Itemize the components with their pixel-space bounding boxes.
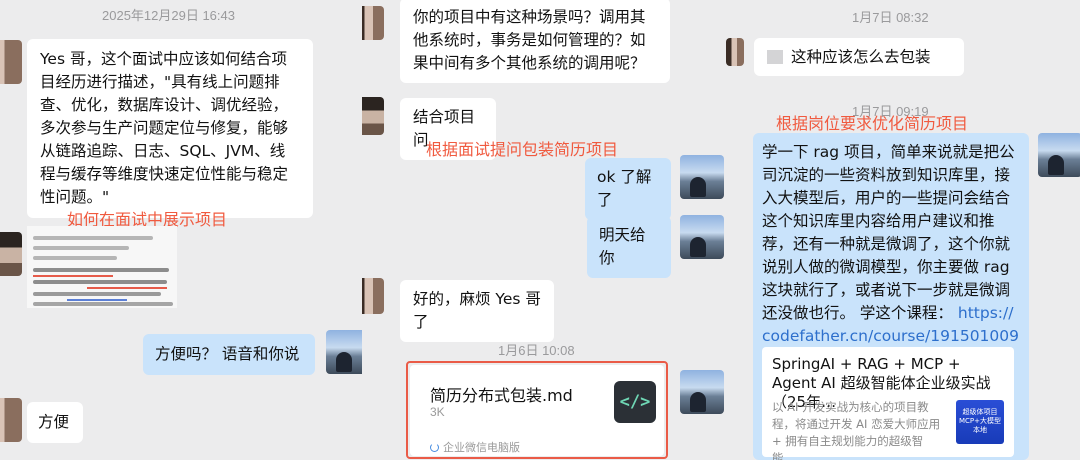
avatar[interactable] (0, 40, 22, 84)
avatar[interactable] (362, 278, 384, 314)
message-text: 这种应该怎么去包装 (791, 47, 931, 66)
source-row: 企业微信电脑版 (430, 439, 520, 455)
file-message[interactable]: 简历分布式包装.md 3K </> 企业微信电脑版 (410, 365, 664, 456)
message-bubble[interactable]: 你的项目中有这种场景吗？调用其他系统时，事务是如何管理的？如果中间有多个其他系统… (400, 0, 670, 83)
redacted-mosaic (767, 50, 783, 64)
timestamp: 1月6日 10:08 (498, 343, 575, 358)
chat-panel-3: 1月7日 08:32 这种应该怎么去包装 1月7日 09:19 根据岗位要求优化… (724, 0, 1080, 460)
screenshot-image[interactable] (27, 226, 177, 308)
message-bubble-self[interactable]: 明天给你 (587, 216, 671, 278)
message-bubble-self[interactable]: 方便吗？ 语音和你说 (143, 334, 315, 375)
timestamp: 2025年12月29日 16:43 (102, 8, 235, 23)
avatar-self[interactable] (680, 215, 724, 259)
link-preview-card[interactable]: SpringAI + RAG + MCP + Agent AI 超级智能体企业级… (762, 347, 1014, 460)
avatar[interactable] (362, 97, 384, 135)
file-name: 简历分布式包装.md (430, 386, 573, 405)
file-source: 企业微信电脑版 (443, 441, 520, 454)
message-bubble[interactable]: 这种应该怎么去包装 (754, 38, 964, 76)
message-bubble-self[interactable]: 学一下 rag 项目，简单来说就是把公司沉淀的一些资料放到知识库里，接入大模型后… (753, 133, 1029, 460)
message-text: 学一下 rag 项目，简单来说就是把公司沉淀的一些资料放到知识库里，接入大模型后… (762, 141, 1020, 371)
card-description: 以 AI 开发实战为核心的项目教程，将通过开发 AI 恋爱大师应用 + 拥有自主… (772, 400, 941, 460)
avatar[interactable] (0, 398, 22, 442)
avatar[interactable] (0, 232, 22, 276)
message-bubble[interactable]: 好的，麻烦 Yes 哥了 (400, 280, 554, 342)
avatar[interactable] (726, 38, 744, 66)
card-thumbnail: 超级体项目 MCP+大模型本地 (956, 400, 1004, 444)
annotation-label: 根据面试提问包装简历项目 (426, 140, 619, 159)
message-bubble-self[interactable]: ok 了解了 (585, 158, 671, 220)
chat-panel-2: 你的项目中有这种场景吗？调用其他系统时，事务是如何管理的？如果中间有多个其他系统… (362, 0, 724, 460)
avatar[interactable] (362, 6, 384, 40)
message-bubble[interactable]: Yes 哥，这个面试中应该如何结合项目经历进行描述，"具有线上问题排查、优化，数… (27, 39, 313, 218)
annotation-label: 根据岗位要求优化简历项目 (776, 114, 969, 133)
chat-panel-1: 2025年12月29日 16:43 Yes 哥，这个面试中应该如何结合项目经历进… (0, 0, 362, 460)
avatar-self[interactable] (1038, 133, 1080, 177)
file-size: 3K (430, 405, 445, 419)
loading-icon (430, 442, 439, 452)
avatar-self[interactable] (680, 370, 724, 414)
avatar-self[interactable] (326, 330, 362, 374)
timestamp: 1月7日 08:32 (852, 10, 929, 25)
message-bubble[interactable]: 方便 (27, 402, 83, 443)
avatar-self[interactable] (680, 155, 724, 199)
code-icon: </> (614, 381, 656, 423)
